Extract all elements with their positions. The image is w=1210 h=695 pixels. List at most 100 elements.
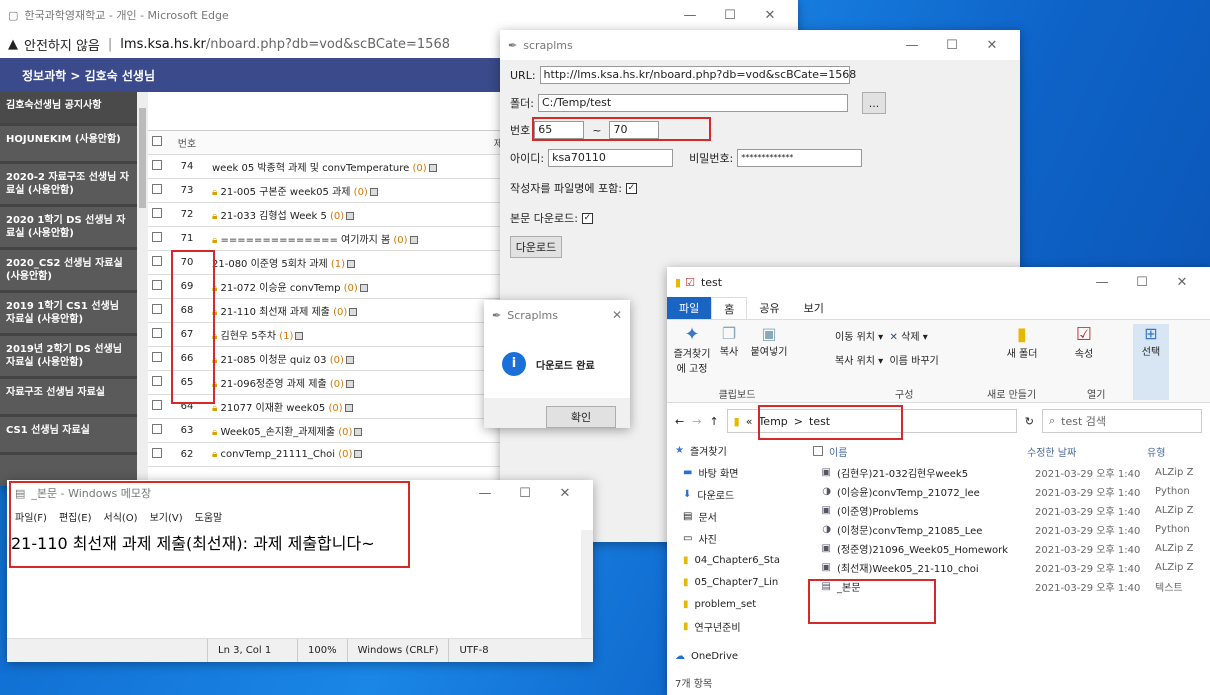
sidebar-item[interactable]: 자료구조 선생님 자료실 <box>0 379 137 417</box>
rename-button[interactable]: 이름 바꾸기 <box>890 356 939 367</box>
tab-view[interactable]: 보기 <box>792 297 836 319</box>
col-date[interactable]: 수정한 날짜 <box>1027 444 1147 459</box>
row-checkbox[interactable] <box>152 160 162 170</box>
tab-file[interactable]: 파일 <box>667 297 712 319</box>
pin-button[interactable]: 즐겨찾기에 고정 <box>671 345 713 375</box>
menu-view[interactable]: 보기(V) <box>150 509 183 524</box>
new-folder-button[interactable]: 새 폴더 <box>1005 345 1039 360</box>
row-checkbox[interactable] <box>152 184 162 194</box>
number-to-input[interactable]: 70 <box>609 121 660 139</box>
search-input[interactable]: ⌕ test 검색 <box>1042 409 1202 433</box>
row-title[interactable]: Week05_손지환_과제제출 <box>221 427 336 438</box>
crumb-overflow[interactable]: « <box>746 415 753 428</box>
row-checkbox[interactable] <box>152 328 162 338</box>
row-checkbox[interactable] <box>152 304 162 314</box>
row-title[interactable]: 21-080 이준영 5회차 과제 <box>212 259 328 270</box>
maximize-icon[interactable]: ☐ <box>932 38 972 53</box>
maximize-icon[interactable]: ☐ <box>1122 275 1162 290</box>
row-title[interactable]: 21-096정준영 과제 제출 <box>221 379 327 390</box>
browse-button[interactable]: ... <box>861 92 886 114</box>
author-checkbox[interactable]: ✓ <box>625 182 637 194</box>
row-checkbox[interactable] <box>152 400 162 410</box>
sidebar-item[interactable]: 2020-2 자료구조 선생님 자료실 (사용안함) <box>0 164 137 207</box>
row-title[interactable]: 21-005 구본준 week05 과제 <box>221 187 351 198</box>
close-icon[interactable]: ✕ <box>750 8 790 23</box>
move-button[interactable]: 이동 위치 <box>835 332 875 343</box>
minimize-icon[interactable]: — <box>465 486 505 501</box>
row-checkbox[interactable] <box>152 352 162 362</box>
nav-item[interactable]: ▮ problem_set <box>667 593 799 615</box>
folder-input[interactable]: C:/Temp/test <box>537 94 848 112</box>
nav-item[interactable]: ☁ OneDrive <box>667 645 799 667</box>
row-title[interactable]: 21-033 김형섭 Week 5 <box>221 211 327 222</box>
properties-button[interactable]: 속성 <box>1067 345 1101 360</box>
minimize-icon[interactable]: — <box>670 8 710 23</box>
delete-button[interactable]: 삭제 <box>901 332 919 343</box>
close-icon[interactable]: ✕ <box>612 308 622 322</box>
file-row[interactable]: ◑ (이청문)convTemp_21085_Lee 2021-03-29 오후 1:… <box>807 520 1210 539</box>
file-row[interactable]: ▣ (이준영)Problems 2021-03-29 오후 1:40 ALZip Z <box>807 501 1210 520</box>
file-row[interactable]: ▣ (김현우)21-032김현우week5 2021-03-29 오후 1:40 AL… <box>807 463 1210 482</box>
breadcrumb[interactable]: ▮ « Temp > test <box>726 409 1017 433</box>
row-title[interactable]: 김현우 5주차 <box>221 331 277 342</box>
sidebar-item[interactable]: 2020 1학기 DS 선생님 자료실 (사용안함) <box>0 207 137 250</box>
close-icon[interactable]: ✕ <box>972 38 1012 53</box>
paste-button[interactable]: 붙여넣기 <box>747 343 791 358</box>
minimize-icon[interactable]: — <box>1082 275 1122 290</box>
file-row[interactable]: ▣ (정준영)21096_Week05_Homework 2021-03-29 오후… <box>807 539 1210 558</box>
up-icon[interactable]: ↑ <box>709 415 718 428</box>
id-input[interactable]: ksa70110 <box>548 149 674 167</box>
sidebar-item[interactable]: 김호숙선생님 공지사항 <box>0 92 137 126</box>
select-all-checkbox[interactable] <box>152 136 162 146</box>
nav-item[interactable]: ⬇ 다운로드 <box>667 483 799 505</box>
row-checkbox[interactable] <box>152 256 162 266</box>
sidebar-item[interactable]: 2020_CS2 선생님 자료실 (사용안함) <box>0 250 137 293</box>
menu-format[interactable]: 서식(O) <box>104 509 138 524</box>
notepad-scrollbar[interactable] <box>581 530 593 638</box>
copy-button[interactable]: 복사 <box>715 343 743 358</box>
row-title[interactable]: convTemp_21111_Choi <box>221 449 336 460</box>
row-checkbox[interactable] <box>152 280 162 290</box>
row-checkbox[interactable] <box>152 208 162 218</box>
row-checkbox[interactable] <box>152 424 162 434</box>
ok-button[interactable]: 확인 <box>546 406 616 428</box>
minimize-icon[interactable]: — <box>892 38 932 53</box>
copyto-button[interactable]: 복사 위치 <box>835 356 875 367</box>
select-button[interactable]: 선택 <box>1133 343 1169 358</box>
row-checkbox[interactable] <box>152 232 162 242</box>
sidebar-item[interactable]: HOJUNEKIM (사용안함) <box>0 126 137 164</box>
row-title[interactable]: 21-110 최선재 과제 제출 <box>221 307 330 318</box>
file-row[interactable]: ◑ (이승윤)convTemp_21072_lee 2021-03-29 오후 1:… <box>807 482 1210 501</box>
close-icon[interactable]: ✕ <box>1162 275 1202 290</box>
menu-edit[interactable]: 편집(E) <box>59 509 92 524</box>
refresh-icon[interactable]: ↻ <box>1025 415 1034 428</box>
file-row[interactable]: ▣ (최선재)Week05_21-110_choi 2021-03-29 오후 1:… <box>807 558 1210 577</box>
crumb-temp[interactable]: Temp <box>758 415 787 428</box>
download-button[interactable]: 다운로드 <box>510 236 562 258</box>
menu-file[interactable]: 파일(F) <box>15 509 47 524</box>
notepad-text[interactable]: 21-110 최선재 과제 제출(최선재): 과제 제출합니다~ <box>7 530 581 638</box>
nav-item[interactable]: ▮ 05_Chapter7_Lin <box>667 571 799 593</box>
row-checkbox[interactable] <box>152 448 162 458</box>
row-title[interactable]: 21-072 이승윤 convTemp <box>221 283 341 294</box>
sidebar-item[interactable]: CS1 선생님 자료실 <box>0 417 137 455</box>
sidebar-scrollbar[interactable] <box>137 92 148 486</box>
col-type[interactable]: 유형 <box>1147 444 1165 459</box>
close-icon[interactable]: ✕ <box>545 486 585 501</box>
tab-home[interactable]: 홈 <box>711 297 748 319</box>
nav-item[interactable]: ▮ 연구년준비 <box>667 615 799 637</box>
nav-item[interactable]: ▮ 04_Chapter6_Sta <box>667 549 799 571</box>
maximize-icon[interactable]: ☐ <box>710 8 750 23</box>
number-from-input[interactable]: 65 <box>534 121 585 139</box>
nav-item[interactable]: ▬ 바탕 화면 <box>667 461 799 483</box>
nav-item[interactable]: ▭ 사진 <box>667 527 799 549</box>
tab-share[interactable]: 공유 <box>747 297 791 319</box>
menu-help[interactable]: 도움말 <box>195 509 223 524</box>
row-checkbox[interactable] <box>152 376 162 386</box>
sidebar-item[interactable]: 2019년 2학기 DS 선생님자료실 (사용안함) <box>0 336 137 379</box>
nav-item[interactable]: ▤ 문서 <box>667 505 799 527</box>
body-download-checkbox[interactable]: ✓ <box>581 212 593 224</box>
select-all-checkbox[interactable] <box>813 446 823 456</box>
back-icon[interactable]: ← <box>675 415 684 428</box>
row-title[interactable]: 21077 이재환 week05 <box>221 403 326 414</box>
